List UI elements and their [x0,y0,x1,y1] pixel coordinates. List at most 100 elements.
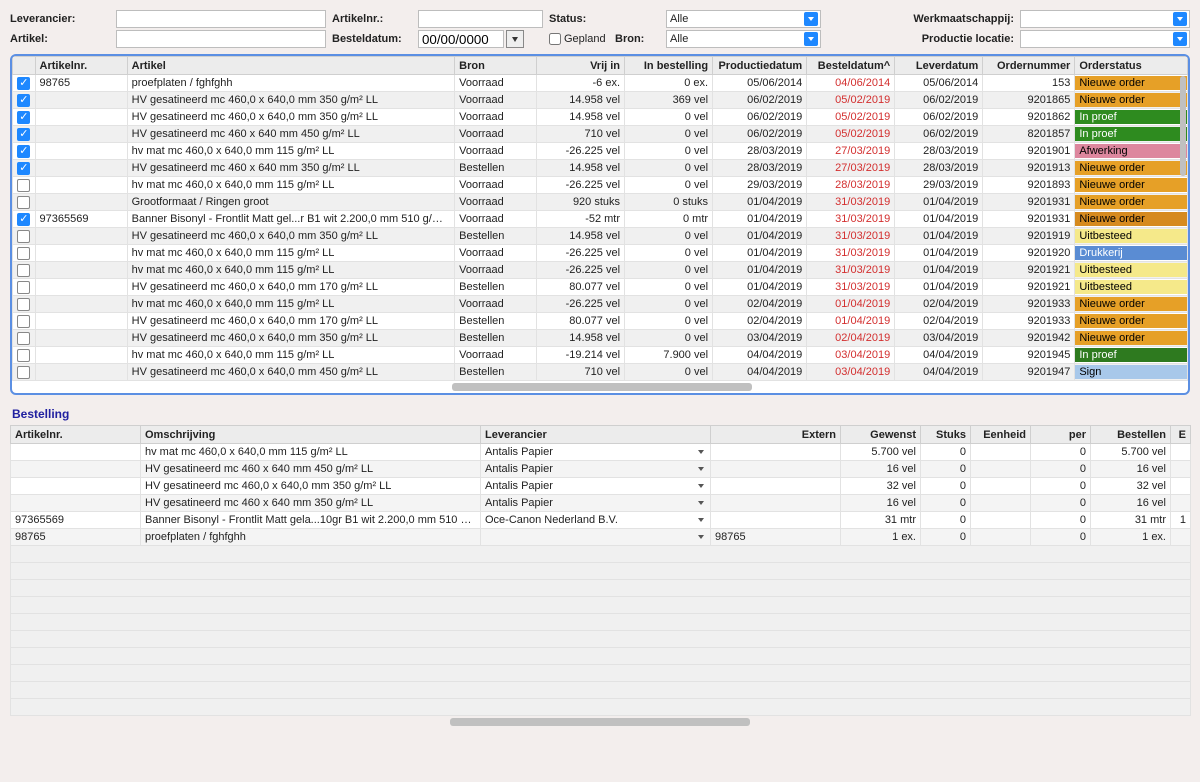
row-checkbox[interactable] [17,196,30,209]
row-checkbox[interactable] [17,264,30,277]
table-row[interactable]: HV gesatineerd mc 460,0 x 640,0 mm 350 g… [13,92,1188,109]
table-row[interactable]: HV gesatineerd mc 460,0 x 640,0 mm 350 g… [13,109,1188,126]
scrollbar-vertical[interactable] [1180,76,1186,176]
input-artikelnr[interactable] [418,10,543,28]
row-checkbox[interactable] [17,315,30,328]
col-header[interactable]: Leverdatum [895,57,983,75]
select-werkmaatschappij[interactable] [1020,10,1190,28]
cell-artikelnr [35,313,127,330]
table-row[interactable]: HV gesatineerd mc 460,0 x 640,0 mm 170 g… [13,279,1188,296]
col-header[interactable]: Besteldatum^ [807,57,895,75]
table-row[interactable]: HV gesatineerd mc 460 x 640 mm 350 g/m² … [13,160,1188,177]
label-productie: Productie locatie: [894,33,1014,45]
col-header[interactable]: Vrij in [537,57,625,75]
cell-ordernummer: 9201919 [983,228,1075,245]
table-row[interactable]: HV gesatineerd mc 460,0 x 640,0 mm 350 g… [13,228,1188,245]
row-checkbox[interactable] [17,366,30,379]
table-row[interactable]: HV gesatineerd mc 460,0 x 640,0 mm 170 g… [13,313,1188,330]
cell-extern [711,478,841,495]
row-checkbox[interactable] [17,145,30,158]
col-header[interactable]: Artikelnr. [35,57,127,75]
table-row[interactable]: HV gesatineerd mc 460,0 x 640,0 mm 450 g… [13,364,1188,381]
table-row[interactable]: hv mat mc 460,0 x 640,0 mm 115 g/m² LLVo… [13,177,1188,194]
table-row[interactable]: HV gesatineerd mc 460,0 x 640,0 mm 350 g… [11,478,1191,495]
table-row[interactable]: hv mat mc 460,0 x 640,0 mm 115 g/m² LLVo… [13,245,1188,262]
scrollbar-horizontal[interactable] [450,718,750,726]
col-header[interactable]: per [1031,426,1091,444]
table-row[interactable]: hv mat mc 460,0 x 640,0 mm 115 g/m² LLVo… [13,262,1188,279]
row-checkbox[interactable] [17,128,30,141]
cell-extra [1171,461,1191,478]
cell-leverdatum: 06/02/2019 [895,109,983,126]
cell-leverdatum: 04/04/2019 [895,347,983,364]
cell-leverancier[interactable] [481,529,711,546]
cell-artikelnr [35,245,127,262]
col-header[interactable]: E [1171,426,1191,444]
cell-artikelnr [35,160,127,177]
input-artikel[interactable] [116,30,326,48]
select-bron[interactable]: Alle [666,30,821,48]
col-header[interactable]: In bestelling [625,57,713,75]
col-header[interactable]: Orderstatus [1075,57,1188,75]
cell-bron: Voorraad [455,109,537,126]
row-checkbox[interactable] [17,230,30,243]
col-header[interactable]: Artikelnr. [11,426,141,444]
scrollbar-horizontal[interactable] [452,383,752,391]
col-header[interactable]: Artikel [127,57,455,75]
table-row[interactable]: 98765proefplaten / fghfghh987651 ex.001 … [11,529,1191,546]
cell-leverancier[interactable]: Antalis Papier [481,495,711,512]
input-leverancier[interactable] [116,10,326,28]
col-header[interactable]: Gewenst [841,426,921,444]
cell-orderstatus: Nieuwe order [1075,177,1188,194]
col-header[interactable]: Bron [455,57,537,75]
row-checkbox[interactable] [17,349,30,362]
table-row[interactable]: 97365569Banner Bisonyl - Frontlit Matt g… [11,512,1191,529]
row-checkbox[interactable] [17,111,30,124]
checkbox-gepland[interactable] [549,33,561,45]
col-header[interactable]: Extern [711,426,841,444]
row-checkbox[interactable] [17,94,30,107]
cell-leverancier[interactable]: Antalis Papier [481,444,711,461]
select-status[interactable]: Alle [666,10,821,28]
col-header[interactable]: Leverancier [481,426,711,444]
table-row[interactable]: hv mat mc 460,0 x 640,0 mm 115 g/m² LLVo… [13,347,1188,364]
cell-bron: Bestellen [455,330,537,347]
cell-per: 0 [1031,478,1091,495]
table-row[interactable]: HV gesatineerd mc 460,0 x 640,0 mm 350 g… [13,330,1188,347]
table-row[interactable]: 97365569Banner Bisonyl - Frontlit Matt g… [13,211,1188,228]
row-checkbox[interactable] [17,162,30,175]
row-checkbox[interactable] [17,332,30,345]
table-row[interactable]: HV gesatineerd mc 460 x 640 mm 450 g/m² … [11,461,1191,478]
cell-artikel: hv mat mc 460,0 x 640,0 mm 115 g/m² LL [127,296,455,313]
col-header[interactable]: Omschrijving [141,426,481,444]
col-header[interactable]: Bestellen [1091,426,1171,444]
table-row[interactable]: hv mat mc 460,0 x 640,0 mm 115 g/m² LLVo… [13,296,1188,313]
date-dropdown-button[interactable] [506,30,524,48]
col-header[interactable]: Productiedatum [713,57,807,75]
row-checkbox[interactable] [17,77,30,90]
table-row[interactable]: hv mat mc 460,0 x 640,0 mm 115 g/m² LLAn… [11,444,1191,461]
col-header[interactable]: Ordernummer [983,57,1075,75]
row-checkbox[interactable] [17,298,30,311]
row-checkbox[interactable] [17,281,30,294]
cell-orderstatus: Nieuwe order [1075,160,1188,177]
input-besteldatum[interactable] [418,30,504,48]
cell-bron: Voorraad [455,262,537,279]
col-header[interactable]: Stuks [921,426,971,444]
table-row[interactable]: hv mat mc 460,0 x 640,0 mm 115 g/m² LLVo… [13,143,1188,160]
table-row[interactable]: Grootformaat / Ringen grootVoorraad920 s… [13,194,1188,211]
cell-leverancier[interactable]: Antalis Papier [481,478,711,495]
col-header[interactable]: Eenheid [971,426,1031,444]
table-row-empty [11,648,1191,665]
row-checkbox[interactable] [17,213,30,226]
table-row[interactable]: HV gesatineerd mc 460 x 640 mm 450 g/m² … [13,126,1188,143]
cell-leverancier[interactable]: Oce-Canon Nederland B.V. [481,512,711,529]
table-row[interactable]: 98765proefplaten / fghfghhVoorraad-6 ex.… [13,75,1188,92]
cell-leverancier[interactable]: Antalis Papier [481,461,711,478]
row-checkbox[interactable] [17,247,30,260]
col-checkbox[interactable] [13,57,36,75]
row-checkbox[interactable] [17,179,30,192]
select-productie[interactable] [1020,30,1190,48]
table-row[interactable]: HV gesatineerd mc 460 x 640 mm 350 g/m² … [11,495,1191,512]
table-row-empty [11,665,1191,682]
